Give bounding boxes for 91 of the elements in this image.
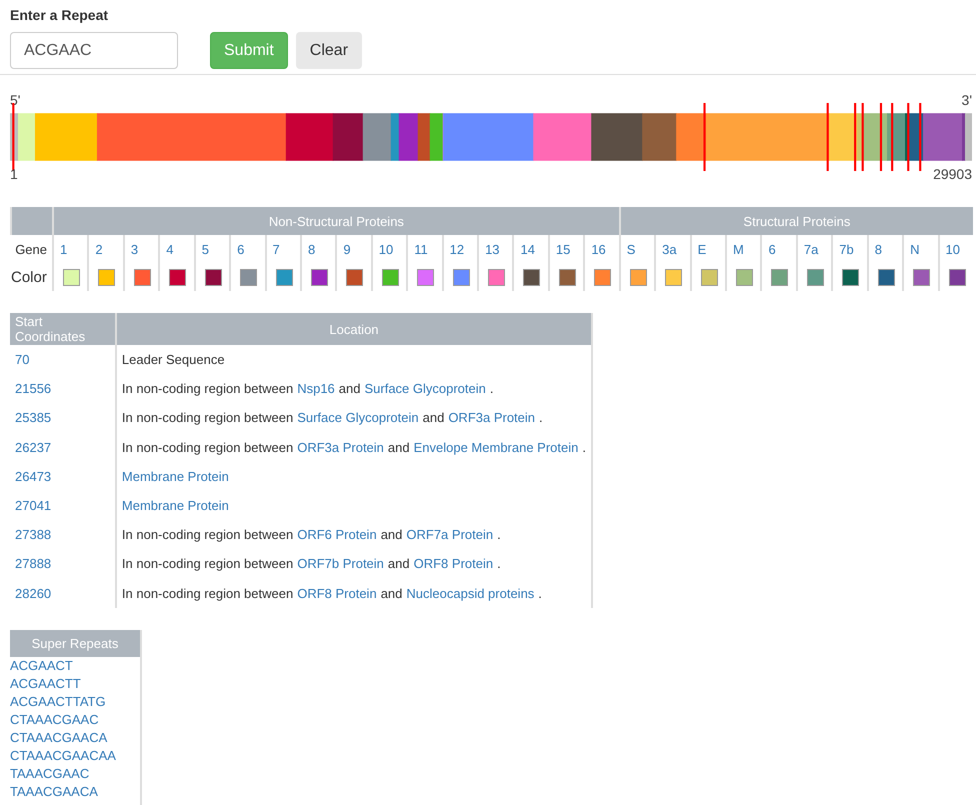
gene-link[interactable]: 9: [343, 242, 351, 256]
gene-link[interactable]: 5: [202, 242, 209, 256]
row-label: Color: [11, 263, 53, 291]
location-text: In non-coding region between: [122, 410, 294, 426]
group-header: Structural Proteins: [620, 207, 973, 235]
gene-link[interactable]: 2: [95, 242, 103, 256]
location-text: In non-coding region between: [122, 440, 294, 455]
gene-link[interactable]: 15: [556, 242, 570, 256]
coordinate-link[interactable]: 26473: [15, 468, 52, 484]
gene-link[interactable]: 6: [237, 242, 244, 256]
location-link[interactable]: Nucleocapsid proteins: [406, 586, 534, 601]
gene-link[interactable]: N: [910, 242, 920, 256]
gene-link[interactable]: 7a: [804, 242, 818, 256]
coordinate-link[interactable]: 26237: [15, 440, 52, 455]
super-repeat-link[interactable]: TAAACGAACA: [10, 782, 98, 801]
clear-button[interactable]: Clear: [296, 32, 362, 69]
gene-link[interactable]: 4: [166, 242, 174, 256]
start-coordinate: 1: [10, 167, 18, 181]
end-coordinate: 29903: [933, 167, 972, 181]
location-link[interactable]: Membrane Protein: [122, 498, 229, 514]
form-label: Enter a Repeat: [10, 7, 110, 23]
location-text: Leader Sequence: [122, 352, 225, 368]
location-text: and: [380, 586, 402, 601]
gene-link[interactable]: 7: [272, 242, 280, 256]
gene-link[interactable]: 10: [946, 242, 960, 256]
location-text: In non-coding region between: [122, 556, 294, 572]
location-text: .: [582, 440, 586, 455]
location-text: .: [539, 410, 543, 426]
gene-link[interactable]: 12: [450, 242, 464, 256]
super-repeat-link[interactable]: TAAACGAAC: [10, 764, 90, 783]
location-link[interactable]: Nsp16: [297, 381, 335, 396]
super-repeat-link[interactable]: ACGAACTTATG: [10, 692, 106, 711]
gene-link[interactable]: 14: [520, 242, 535, 256]
submit-button[interactable]: Submit: [210, 32, 288, 69]
location-text: and: [338, 381, 360, 396]
group-header: Non-Structural Proteins: [53, 207, 620, 235]
column-header: Location: [116, 313, 592, 345]
location-link[interactable]: Membrane Protein: [122, 468, 229, 484]
gene-link[interactable]: 6: [768, 242, 776, 256]
gene-link[interactable]: 16: [591, 242, 606, 256]
coordinate-link[interactable]: 25385: [15, 410, 52, 426]
location-link[interactable]: ORF8 Protein: [414, 556, 494, 572]
location-link[interactable]: Envelope Membrane Protein: [414, 440, 578, 455]
location-link[interactable]: Surface Glycoprotein: [364, 381, 486, 396]
gene-link[interactable]: S: [626, 242, 636, 256]
location-text: and: [422, 410, 444, 426]
gene-link[interactable]: 8: [874, 242, 882, 256]
header-cell: [11, 207, 53, 235]
location-link[interactable]: ORF7b Protein: [297, 556, 384, 572]
coordinate-link[interactable]: 27388: [15, 527, 52, 542]
location-text: .: [497, 556, 501, 572]
location-text: In non-coding region between: [122, 527, 294, 542]
super-repeat-link[interactable]: ACGAACT: [10, 656, 73, 675]
location-text: .: [497, 527, 501, 542]
gene-link[interactable]: 10: [378, 242, 394, 256]
coordinate-link[interactable]: 21556: [15, 381, 52, 396]
gene-link[interactable]: 8: [308, 242, 316, 256]
location-link[interactable]: ORF3a Protein: [297, 440, 384, 455]
location-link[interactable]: ORF8 Protein: [297, 586, 377, 601]
location-link[interactable]: ORF6 Protein: [297, 527, 377, 542]
column-header: Super Repeats: [10, 630, 140, 657]
super-repeat-link[interactable]: CTAAACGAACA: [10, 728, 108, 747]
coordinate-link[interactable]: 70: [15, 352, 30, 368]
gene-link[interactable]: 7b: [839, 242, 854, 256]
super-repeat-link[interactable]: CTAAACGAACAA: [10, 746, 116, 765]
coordinate-link[interactable]: 28260: [15, 586, 52, 601]
coordinate-link[interactable]: 27888: [15, 556, 52, 572]
location-text: In non-coding region between: [122, 381, 294, 396]
location-link[interactable]: ORF3a Protein: [448, 410, 536, 426]
three-prime-label: 3': [962, 93, 972, 107]
gene-link[interactable]: 11: [414, 242, 428, 256]
gene-link[interactable]: 13: [485, 242, 500, 256]
location-text: .: [490, 381, 494, 396]
location-text: and: [380, 527, 402, 542]
repeat-input[interactable]: ACGAAC: [10, 32, 178, 69]
location-text: and: [388, 556, 410, 572]
gene-link[interactable]: M: [733, 242, 744, 256]
super-repeat-link[interactable]: ACGAACTT: [10, 674, 81, 693]
location-text: In non-coding region between: [122, 586, 294, 601]
gene-link[interactable]: 3: [130, 242, 138, 256]
gene-link[interactable]: 3a: [662, 242, 677, 256]
coordinate-link[interactable]: 27041: [15, 498, 52, 514]
gene-link[interactable]: 1: [60, 242, 68, 256]
gene-link[interactable]: E: [698, 242, 706, 256]
location-text: and: [388, 440, 410, 455]
location-text: .: [538, 586, 542, 601]
location-link[interactable]: ORF7a Protein: [406, 527, 494, 542]
row-label: Gene: [11, 235, 53, 263]
super-repeat-link[interactable]: CTAAACGAAC: [10, 710, 99, 729]
column-header: Start Coordinates: [10, 313, 116, 345]
location-link[interactable]: Surface Glycoprotein: [297, 410, 419, 426]
